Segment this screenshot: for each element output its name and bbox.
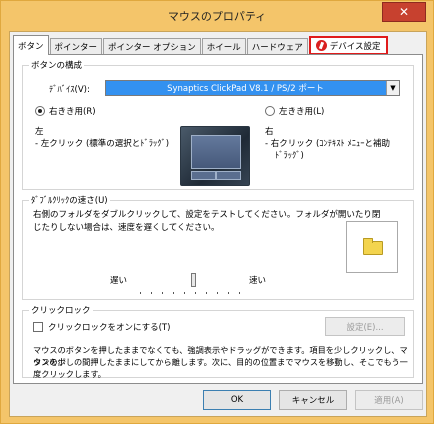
close-icon: ✕ — [398, 5, 410, 19]
right-button-title: 右 — [265, 127, 274, 137]
apply-button[interactable]: 適用(A) — [355, 390, 423, 410]
checkbox-unchecked-icon — [33, 322, 43, 332]
radio-unselected-icon — [265, 106, 275, 116]
radio-selected-icon — [35, 106, 45, 116]
slow-label: 遅い — [110, 276, 128, 286]
click-lock-group: クリックロック クリックロックをオンにする(T) 設定(E)... マウスのボタ… — [22, 304, 414, 379]
title-bar[interactable]: マウスのプロパティ ✕ — [1, 1, 433, 31]
device-select[interactable]: Synaptics ClickPad V8.1 / PS/2 ポート ▼ — [105, 80, 400, 96]
tab-pointers[interactable]: ポインター — [49, 38, 103, 55]
device-label: ﾃﾞﾊﾞｲｽ(V): — [49, 85, 90, 95]
right-handed-label: 右きき用(R) — [49, 107, 96, 117]
slider-ticks — [140, 292, 240, 295]
test-folder-box[interactable] — [346, 221, 398, 273]
right-handed-radio[interactable]: 右きき用(R) — [35, 105, 96, 117]
double-click-group: ﾀﾞﾌﾞﾙｸﾘｯｸの速さ(U) 右側のフォルダをダブルクリックして、設定をテスト… — [22, 194, 414, 300]
left-button-title: 左 — [35, 127, 44, 137]
device-select-value: Synaptics ClickPad V8.1 / PS/2 ポート — [167, 84, 324, 94]
tab-buttons[interactable]: ボタン — [13, 35, 49, 55]
left-handed-label: 左きき用(L) — [279, 107, 325, 117]
left-button-description: - 左クリック (標準の選択とﾄﾞﾗｯｸﾞ) — [35, 139, 170, 149]
chevron-down-icon[interactable]: ▼ — [386, 81, 399, 95]
ok-button[interactable]: OK — [203, 390, 271, 410]
double-click-description-line2: じたりしない場合は、速度を遅くしてください。 — [33, 223, 220, 233]
close-button[interactable]: ✕ — [382, 2, 426, 22]
right-button-description-line1: - 右クリック (ｺﾝﾃｷｽﾄ ﾒﾆｭｰと補助 — [265, 139, 390, 149]
mouse-properties-window: マウスのプロパティ ✕ ボタン ポインター ポインター オプション ホイール ハ… — [0, 0, 434, 424]
buttons-tab-panel: ボタンの構成 ﾃﾞﾊﾞｲｽ(V): Synaptics ClickPad V8.… — [13, 54, 423, 384]
click-lock-checkbox[interactable]: クリックロックをオンにする(T) — [33, 321, 170, 333]
tab-device-settings[interactable]: デバイス設定 — [308, 36, 388, 55]
button-config-group-label: ボタンの構成 — [29, 59, 85, 71]
tab-pointer-options[interactable]: ポインター オプション — [103, 38, 201, 55]
fast-label: 速い — [249, 276, 267, 286]
touchpad-image — [180, 126, 250, 186]
button-config-group: ボタンの構成 ﾃﾞﾊﾞｲｽ(V): Synaptics ClickPad V8.… — [22, 59, 414, 190]
tab-device-settings-label: デバイス設定 — [329, 41, 381, 52]
click-lock-group-label: クリックロック — [29, 304, 93, 316]
tab-hardware[interactable]: ハードウェア — [246, 38, 308, 55]
click-lock-description-line2: タンを少しの間押したままにしてから離します。次に、目的の位置までマウスを移動し、… — [33, 357, 408, 367]
click-lock-settings-button[interactable]: 設定(E)... — [325, 317, 405, 336]
dialog-client-area: ボタン ポインター ポインター オプション ホイール ハードウェア デバイス設定… — [9, 31, 427, 417]
slider-thumb[interactable] — [191, 273, 196, 287]
cancel-button[interactable]: キャンセル — [279, 390, 347, 410]
double-click-description-line1: 右側のフォルダをダブルクリックして、設定をテストしてください。フォルダが開いたり… — [33, 210, 381, 220]
tab-wheel[interactable]: ホイール — [201, 38, 246, 55]
left-handed-radio[interactable]: 左きき用(L) — [265, 105, 324, 117]
window-title: マウスのプロパティ — [167, 10, 267, 23]
right-button-description-line2: ﾄﾞﾗｯｸﾞ) — [275, 151, 304, 161]
double-click-group-label: ﾀﾞﾌﾞﾙｸﾘｯｸの速さ(U) — [29, 194, 110, 206]
click-lock-checkbox-label: クリックロックをオンにする(T) — [48, 323, 171, 333]
tab-strip: ボタン ポインター ポインター オプション ホイール ハードウェア デバイス設定 — [13, 35, 389, 55]
synaptics-icon — [315, 40, 327, 51]
folder-icon[interactable] — [363, 238, 383, 255]
touchpad-buttons — [191, 171, 241, 180]
touchpad-surface — [191, 135, 241, 169]
click-lock-description-line3: 度クリックします。 — [33, 369, 106, 379]
double-click-speed-slider[interactable] — [140, 281, 238, 282]
